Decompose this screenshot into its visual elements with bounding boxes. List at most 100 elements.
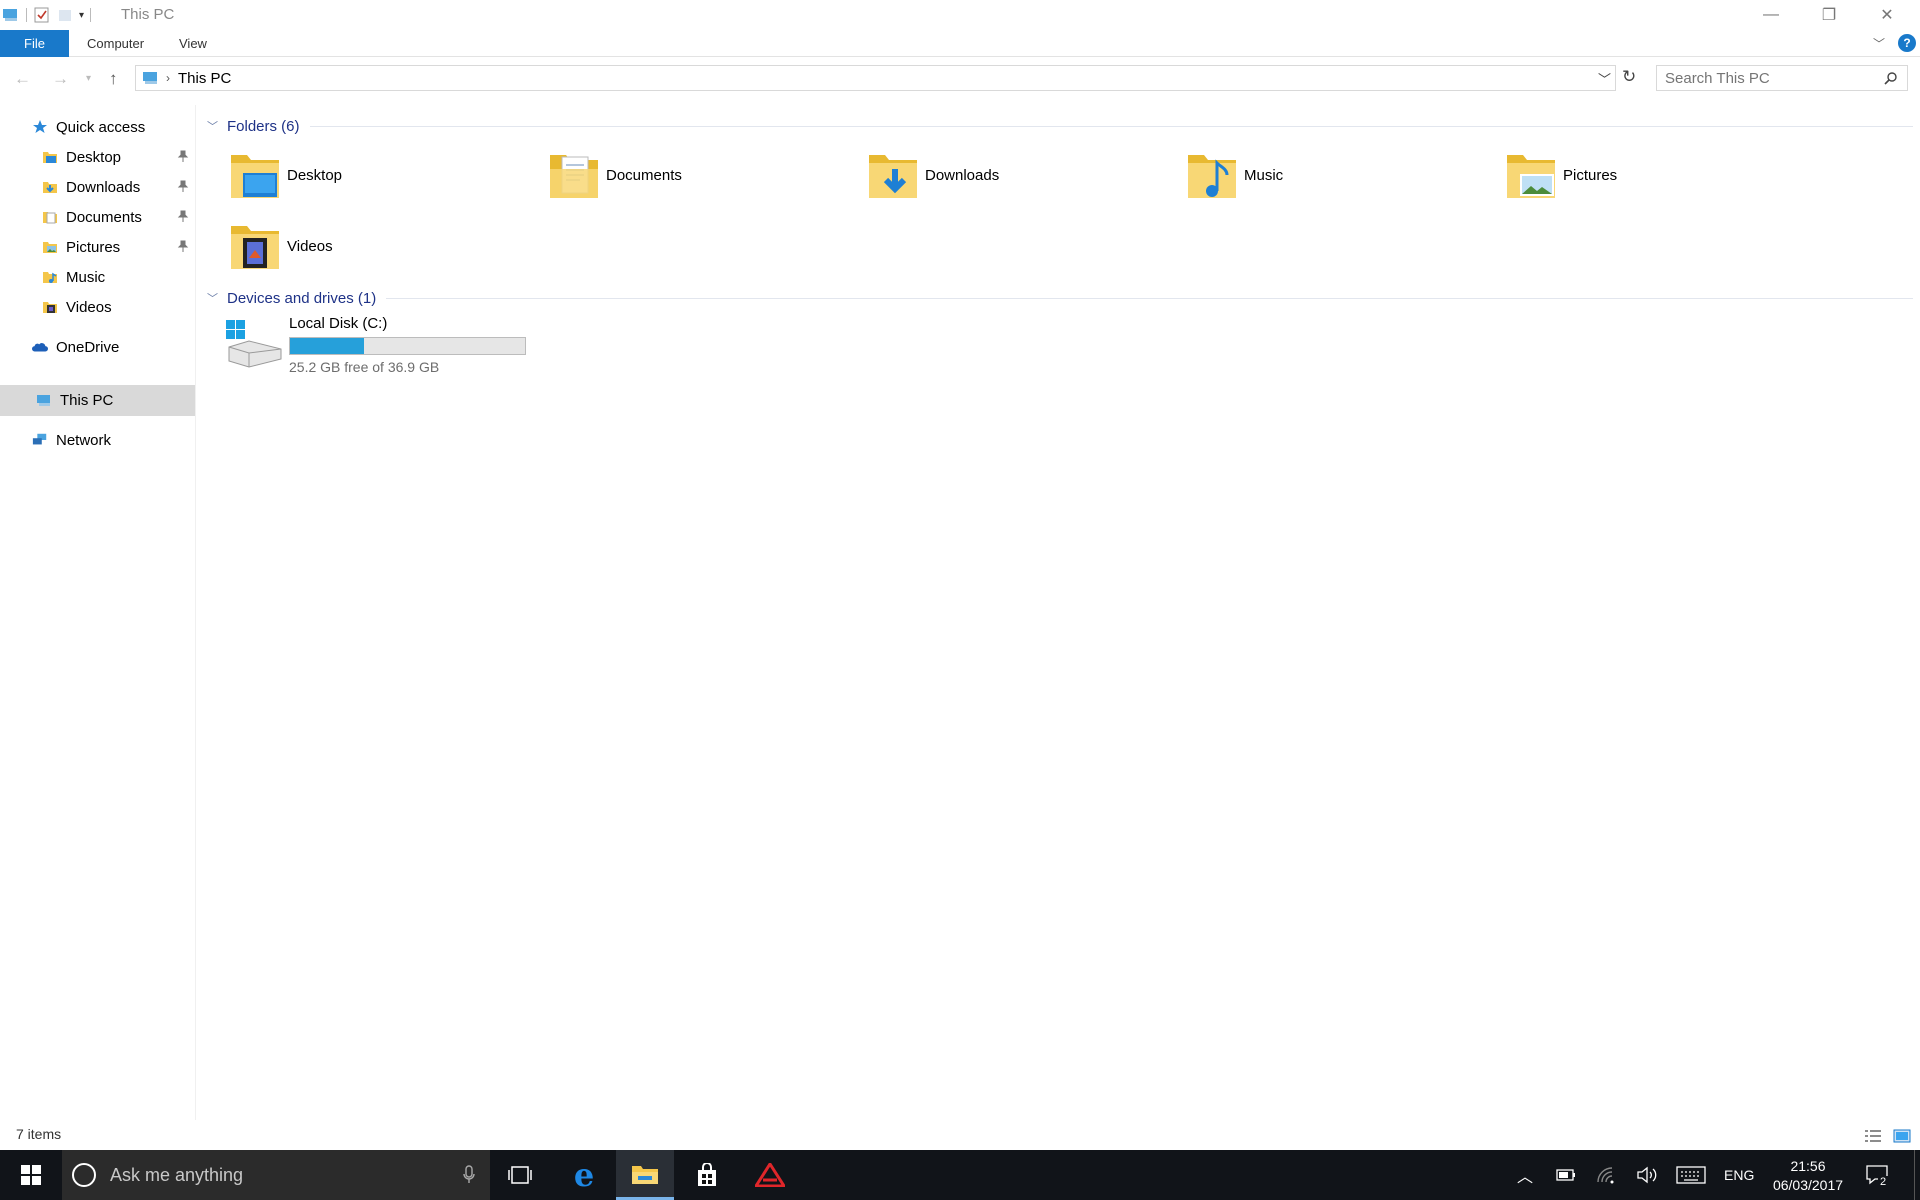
edge-icon: e xyxy=(573,1156,595,1194)
back-arrow-icon[interactable]: ← xyxy=(14,69,31,89)
taskbar-store[interactable] xyxy=(678,1150,736,1200)
show-hidden-icons-button[interactable]: ︿ xyxy=(1517,1150,1533,1200)
navigation-bar: ← → ▾ ↑ › This PC ﹀ ↻ xyxy=(0,63,1920,95)
close-button[interactable]: ✕ xyxy=(1858,0,1916,30)
customize-quick-access-icon[interactable]: ▾ xyxy=(79,10,84,21)
this-pc-icon xyxy=(143,72,157,84)
videos-folder-icon xyxy=(42,299,58,315)
details-view-icon[interactable] xyxy=(1864,1129,1882,1143)
nav-quick-item-music[interactable]: Music xyxy=(0,262,195,292)
pictures-folder-icon xyxy=(1505,149,1557,201)
nav-item-label: Pictures xyxy=(66,238,121,256)
music-folder-icon xyxy=(1186,149,1238,201)
task-view-button[interactable] xyxy=(491,1150,549,1200)
documents-folder-icon xyxy=(548,149,600,201)
show-desktop-button[interactable] xyxy=(1914,1150,1920,1200)
chevron-down-icon[interactable]: ﹀ xyxy=(207,118,223,134)
nav-quick-item-desktop[interactable]: Desktop xyxy=(0,142,195,172)
nav-quick-item-documents[interactable]: Documents xyxy=(0,202,195,232)
file-explorer-window: ▾ This PC — ❐ ✕ File Computer View ﹀ ? ←… xyxy=(0,0,1920,1150)
taskbar-app-red[interactable] xyxy=(741,1150,799,1200)
taskbar: Ask me anything e ︿ ENG 21:56 06/03/2017… xyxy=(0,1150,1920,1200)
folder-tile-downloads[interactable]: Downloads xyxy=(867,147,1167,203)
microphone-icon[interactable] xyxy=(462,1165,476,1185)
nav-this-pc[interactable]: This PC xyxy=(0,385,195,416)
nav-quick-access[interactable]: Quick access xyxy=(0,112,195,142)
battery-tray[interactable] xyxy=(1556,1150,1576,1200)
new-folder-icon[interactable] xyxy=(57,7,73,23)
touch-keyboard-tray[interactable] xyxy=(1676,1150,1706,1200)
drive-usage-fill xyxy=(290,338,365,354)
drive-label: Local Disk (C:) xyxy=(289,315,388,332)
nav-item-label: Videos xyxy=(66,298,112,316)
search-icon[interactable] xyxy=(1883,71,1899,87)
folder-tile-desktop[interactable]: Desktop xyxy=(229,147,529,203)
nav-quick-access-label: Quick access xyxy=(56,118,146,136)
nav-network[interactable]: Network xyxy=(0,425,195,455)
folder-tile-documents[interactable]: Documents xyxy=(548,147,848,203)
volume-tray[interactable] xyxy=(1636,1150,1658,1200)
network-icon xyxy=(32,432,48,448)
desktop-folder-icon xyxy=(42,149,58,165)
folder-label: Downloads xyxy=(925,166,1000,184)
nav-onedrive[interactable]: OneDrive xyxy=(0,332,195,362)
search-input[interactable] xyxy=(1665,69,1875,87)
nav-quick-item-pictures[interactable]: Pictures xyxy=(0,232,195,262)
battery-icon xyxy=(1556,1169,1575,1181)
keyboard-icon xyxy=(1676,1166,1706,1184)
folder-tile-music[interactable]: Music xyxy=(1186,147,1486,203)
group-header-devices[interactable]: ﹀ Devices and drives (1) xyxy=(203,286,1913,310)
group-header-folders[interactable]: ﹀ Folders (6) xyxy=(203,114,1913,138)
tab-view[interactable]: View xyxy=(163,30,223,57)
address-bar[interactable]: › This PC ﹀ xyxy=(135,65,1616,91)
cortana-search-box[interactable]: Ask me anything xyxy=(62,1150,490,1200)
folder-tile-videos[interactable]: Videos xyxy=(229,218,529,274)
folder-label: Videos xyxy=(287,237,333,255)
clock-date: 06/03/2017 xyxy=(1772,1176,1844,1193)
nav-item-label: Documents xyxy=(66,208,142,226)
refresh-icon[interactable]: ↻ xyxy=(1622,67,1636,87)
windows-logo-icon xyxy=(21,1165,41,1185)
large-icons-view-icon[interactable] xyxy=(1893,1129,1911,1143)
nav-quick-item-downloads[interactable]: Downloads xyxy=(0,172,195,202)
pin-icon[interactable] xyxy=(177,210,189,222)
breadcrumb-separator-icon[interactable]: › xyxy=(166,71,170,85)
music-folder-icon xyxy=(42,269,58,285)
properties-icon[interactable] xyxy=(33,6,51,24)
help-icon[interactable]: ? xyxy=(1898,34,1916,52)
folder-tile-pictures[interactable]: Pictures xyxy=(1505,147,1805,203)
quick-access-toolbar: ▾ xyxy=(2,6,92,24)
tab-computer[interactable]: Computer xyxy=(71,30,160,57)
forward-arrow-icon[interactable]: → xyxy=(52,69,69,89)
start-button[interactable] xyxy=(2,1150,60,1200)
clock[interactable]: 21:56 06/03/2017 xyxy=(1770,1150,1846,1200)
minimize-button[interactable]: — xyxy=(1742,0,1800,30)
pin-icon[interactable] xyxy=(177,150,189,162)
nav-quick-item-videos[interactable]: Videos xyxy=(0,292,195,322)
folder-label: Music xyxy=(1244,166,1284,184)
star-icon xyxy=(32,119,48,135)
cortana-placeholder: Ask me anything xyxy=(110,1164,244,1185)
red-triangle-app-icon xyxy=(755,1163,785,1187)
tab-file[interactable]: File xyxy=(0,30,69,57)
address-dropdown-icon[interactable]: ﹀ xyxy=(1598,69,1611,88)
wifi-tray[interactable] xyxy=(1596,1150,1616,1200)
chevron-down-icon[interactable]: ﹀ xyxy=(207,290,223,306)
action-center-button[interactable]: 2 xyxy=(1866,1150,1889,1200)
nav-item-label: Downloads xyxy=(66,178,141,196)
pin-icon[interactable] xyxy=(177,240,189,252)
breadcrumb[interactable]: This PC xyxy=(178,70,231,87)
taskbar-edge[interactable]: e xyxy=(555,1150,613,1200)
nav-network-label: Network xyxy=(56,431,112,449)
folder-label: Desktop xyxy=(287,166,343,184)
taskbar-file-explorer[interactable] xyxy=(616,1150,674,1200)
recent-locations-chevron-icon[interactable]: ▾ xyxy=(86,73,91,84)
expand-ribbon-icon[interactable]: ﹀ xyxy=(1873,35,1885,52)
item-count: 7 items xyxy=(16,1126,62,1142)
drive-tile-local-disk[interactable]: Local Disk (C:) 25.2 GB free of 36.9 GB xyxy=(223,315,543,379)
input-language[interactable]: ENG xyxy=(1724,1150,1754,1200)
restore-button[interactable]: ❐ xyxy=(1800,0,1858,30)
pin-icon[interactable] xyxy=(177,180,189,192)
search-box[interactable] xyxy=(1656,65,1908,91)
up-arrow-icon[interactable]: ↑ xyxy=(109,69,118,89)
